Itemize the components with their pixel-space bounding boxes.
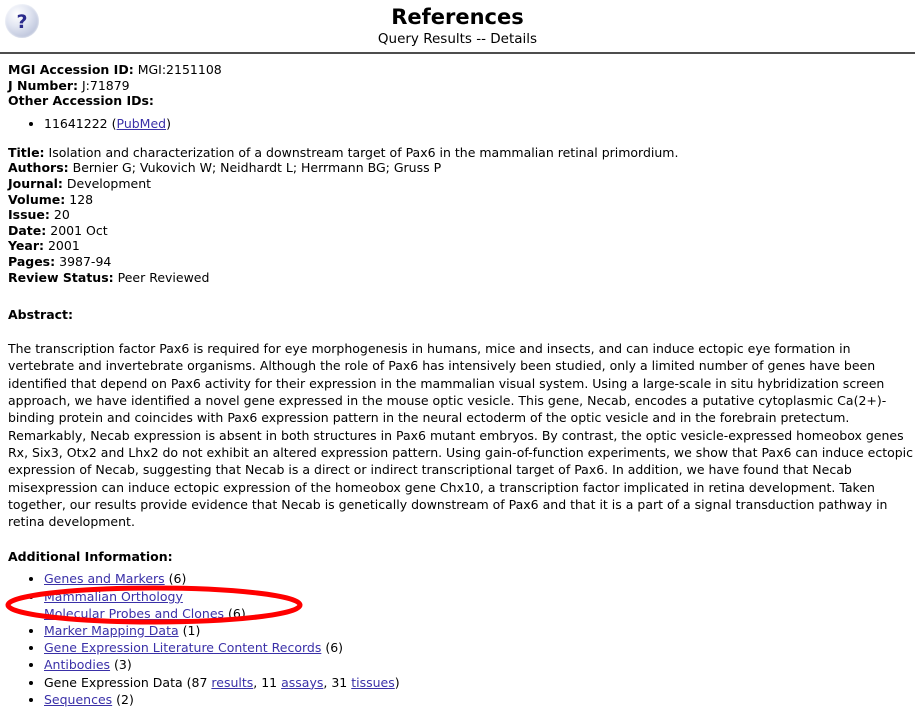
list-item-sequences: Sequences (2) bbox=[44, 691, 907, 708]
date-label: Date: bbox=[8, 222, 47, 238]
gene-expression-tissues-count: 31 bbox=[331, 674, 348, 690]
mammalian-orthology-link[interactable]: Mammalian Orthology bbox=[44, 589, 183, 604]
abstract-heading: Abstract: bbox=[8, 307, 74, 323]
sequences-link[interactable]: Sequences bbox=[44, 692, 112, 707]
title-label: Title: bbox=[8, 144, 45, 160]
header-divider bbox=[0, 52, 915, 54]
pubmed-link[interactable]: PubMed bbox=[117, 116, 167, 131]
year-value: 2001 bbox=[47, 238, 80, 254]
antibodies-link[interactable]: Antibodies bbox=[44, 657, 110, 672]
citation-block: Title: Isolation and characterization of… bbox=[8, 145, 907, 285]
molecular-probes-and-clones-count: (6) bbox=[228, 605, 246, 621]
page-subtitle: Query Results -- Details bbox=[377, 31, 538, 47]
marker-mapping-data-link[interactable]: Marker Mapping Data bbox=[44, 623, 179, 638]
other-accession-ids-list: 11641222 (PubMed) bbox=[8, 115, 907, 132]
gene-expression-literature-content-records-link[interactable]: Gene Expression Literature Content Recor… bbox=[44, 640, 321, 655]
sequences-count: (2) bbox=[116, 691, 134, 707]
genes-and-markers-link[interactable]: Genes and Markers bbox=[44, 571, 165, 586]
list-item-gene-expression-literature-content-records: Gene Expression Literature Content Recor… bbox=[44, 639, 907, 656]
list-item-gene-expression-data: Gene Expression Data (87 results, 11 ass… bbox=[44, 674, 907, 691]
review-status-label: Review Status: bbox=[8, 269, 114, 285]
gene-expression-literature-content-records-count: (6) bbox=[325, 640, 344, 656]
volume-label: Volume: bbox=[8, 191, 66, 207]
antibodies-count: (3) bbox=[114, 657, 132, 673]
gene-expression-assays-count: 11 bbox=[261, 674, 278, 690]
page-content: MGI Accession ID: MGI:2151108 J Number: … bbox=[0, 53, 915, 708]
field-pages: Pages: 3987-94 bbox=[8, 254, 907, 270]
field-journal: Journal: Development bbox=[8, 176, 907, 192]
issue-label: Issue: bbox=[8, 207, 50, 223]
additional-information-list: Genes and Markers (6) Mammalian Ortholog… bbox=[8, 570, 907, 708]
list-item-marker-mapping-data: Marker Mapping Data (1) bbox=[44, 622, 907, 639]
marker-mapping-data-count: (1) bbox=[182, 623, 201, 638]
other-accession-ids-label: Other Accession IDs: bbox=[8, 93, 154, 109]
authors-value: Bernier G; Vukovich W; Neidhardt L; Herr… bbox=[72, 160, 442, 176]
field-authors: Authors: Bernier G; Vukovich W; Neidhard… bbox=[8, 160, 907, 176]
field-date: Date: 2001 Oct bbox=[8, 223, 907, 239]
field-year: Year: 2001 bbox=[8, 238, 907, 254]
question-mark-help-icon[interactable]: ? bbox=[5, 4, 39, 38]
field-volume: Volume: 128 bbox=[8, 192, 907, 208]
journal-label: Journal: bbox=[8, 175, 63, 191]
field-review-status: Review Status: Peer Reviewed bbox=[8, 270, 907, 286]
j-number-label: J Number: bbox=[8, 77, 78, 93]
list-item: 11641222 (PubMed) bbox=[44, 115, 907, 132]
issue-value: 20 bbox=[53, 207, 70, 223]
pages-label: Pages: bbox=[8, 253, 56, 269]
date-value: 2001 Oct bbox=[50, 222, 108, 238]
genes-and-markers-count: (6) bbox=[168, 571, 187, 587]
abstract-text: The transcription factor Pax6 is require… bbox=[8, 341, 914, 530]
j-number-value: J:71879 bbox=[81, 77, 130, 93]
field-title: Title: Isolation and characterization of… bbox=[8, 145, 907, 161]
svg-text:?: ? bbox=[16, 11, 27, 33]
list-item-antibodies: Antibodies (3) bbox=[44, 656, 907, 673]
list-item-mammalian-orthology: Mammalian Orthology bbox=[44, 588, 907, 605]
additional-information-heading: Additional Information: bbox=[8, 549, 173, 565]
molecular-probes-and-clones-link[interactable]: Molecular Probes and Clones bbox=[44, 606, 224, 621]
journal-value: Development bbox=[66, 175, 152, 191]
list-item-molecular-probes-and-clones: Molecular Probes and Clones (6) bbox=[44, 605, 907, 622]
gene-expression-results-link[interactable]: results bbox=[211, 675, 253, 690]
field-other-accession-ids: Other Accession IDs: bbox=[8, 93, 907, 109]
authors-label: Authors: bbox=[8, 160, 69, 176]
list-item-genes-and-markers: Genes and Markers (6) bbox=[44, 570, 907, 587]
gene-expression-data-suffix: ) bbox=[394, 674, 400, 690]
mgi-accession-id-value: MGI:2151108 bbox=[137, 62, 222, 77]
page-title: References bbox=[391, 5, 524, 29]
page-header: ? References Query Results -- Details bbox=[0, 0, 915, 54]
paren-close: ) bbox=[166, 115, 171, 131]
gene-expression-assays-link[interactable]: assays bbox=[281, 675, 323, 690]
gene-expression-data-prefix: Gene Expression Data ( bbox=[44, 674, 192, 690]
pubmed-id-value: 11641222 bbox=[44, 115, 108, 131]
title-block: References Query Results -- Details bbox=[0, 0, 915, 48]
field-j-number: J Number: J:71879 bbox=[8, 78, 907, 94]
review-status-value: Peer Reviewed bbox=[117, 269, 210, 285]
volume-value: 128 bbox=[69, 191, 94, 207]
year-label: Year: bbox=[8, 238, 44, 254]
field-issue: Issue: 20 bbox=[8, 207, 907, 223]
gene-expression-tissues-link[interactable]: tissues bbox=[351, 675, 395, 690]
pages-value: 3987-94 bbox=[59, 253, 112, 269]
gene-expression-results-count: 87 bbox=[191, 674, 208, 690]
field-mgi-accession-id: MGI Accession ID: MGI:2151108 bbox=[8, 62, 907, 78]
title-value: Isolation and characterization of a down… bbox=[48, 144, 679, 160]
mgi-accession-id-label: MGI Accession ID: bbox=[8, 62, 134, 77]
